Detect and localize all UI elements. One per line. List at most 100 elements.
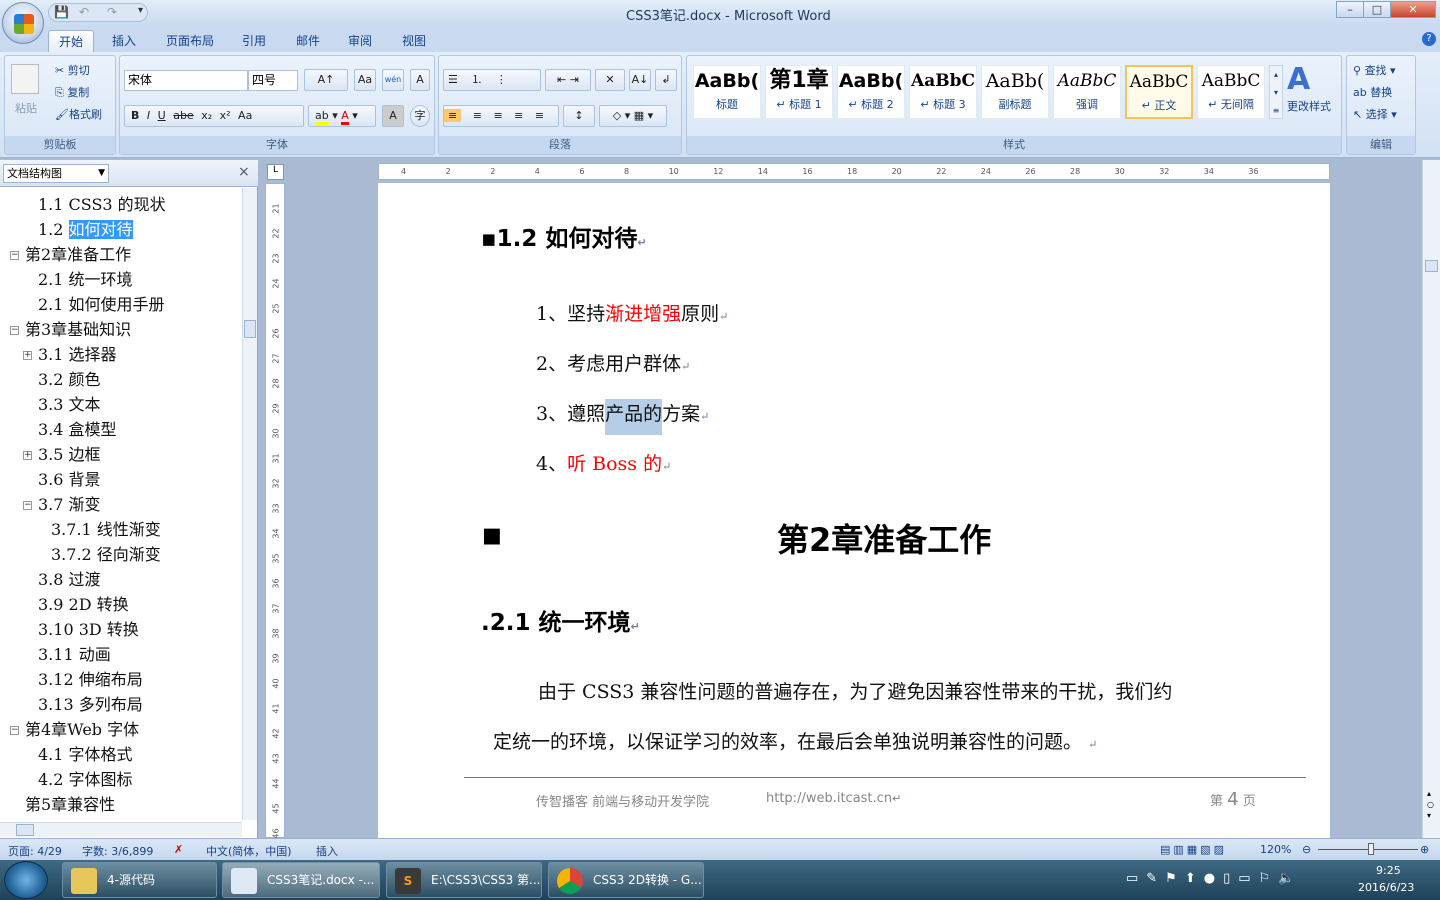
line-spacing-button[interactable]: ↕ bbox=[563, 105, 595, 127]
scroll-thumb[interactable] bbox=[1425, 260, 1438, 272]
align-left-button[interactable]: ≡ bbox=[444, 109, 462, 122]
nav-item[interactable]: 第3章基础知识 bbox=[25, 318, 131, 342]
nav-item[interactable]: 3.11 动画 bbox=[38, 643, 111, 667]
nav-item[interactable]: 3.13 多列布局 bbox=[38, 693, 143, 717]
collapse-icon[interactable]: − bbox=[23, 501, 32, 510]
bullets-button[interactable]: ☰ bbox=[448, 73, 458, 86]
zoom-in-button[interactable]: ⊕ bbox=[1420, 843, 1429, 856]
tab-selector[interactable]: L bbox=[267, 164, 284, 180]
office-button[interactable] bbox=[2, 2, 44, 44]
chinese-layout-button[interactable]: ✕ bbox=[595, 69, 625, 91]
taskbar-chrome[interactable]: CSS3 2D转换 - G... bbox=[548, 862, 704, 898]
nav-item[interactable]: 2.1 统一环境 bbox=[38, 268, 133, 292]
tab-home[interactable]: 开始 bbox=[48, 30, 95, 53]
nav-item[interactable]: 3.7.1 线性渐变 bbox=[51, 518, 161, 542]
collapse-icon[interactable]: − bbox=[10, 326, 19, 335]
help-icon[interactable]: ? bbox=[1422, 32, 1436, 46]
expand-icon[interactable]: + bbox=[23, 351, 32, 360]
nav-item[interactable]: 3.4 盒模型 bbox=[38, 418, 117, 442]
borders-button[interactable]: ▦ bbox=[634, 109, 644, 122]
center-button[interactable]: ≡ bbox=[473, 109, 482, 122]
undo-icon[interactable]: ↶ bbox=[79, 5, 89, 19]
nav-item[interactable]: 第2章准备工作 bbox=[25, 243, 131, 267]
nav-vertical-scrollbar[interactable] bbox=[242, 188, 257, 820]
distribute-button[interactable]: ≡ bbox=[535, 109, 544, 122]
nav-item[interactable]: 第4章Web 字体 bbox=[25, 718, 139, 742]
start-button[interactable] bbox=[4, 861, 48, 899]
collapse-icon[interactable]: − bbox=[10, 726, 19, 735]
tab-page-layout[interactable]: 页面布局 bbox=[156, 30, 224, 51]
nav-item[interactable]: 3.9 2D 转换 bbox=[38, 593, 129, 617]
tab-insert[interactable]: 插入 bbox=[102, 30, 146, 51]
document-page[interactable]: ▪1.2 如何对待↵ 1、坚持渐进增强原则↵ 2、考虑用户群体↵ 3、遵照产品的方案… bbox=[378, 183, 1330, 838]
taskbar-sublime[interactable]: S E:\CSS3\CSS3 第... bbox=[386, 862, 542, 898]
nav-item[interactable]: 3.7 渐变 bbox=[38, 493, 101, 517]
styles-scroll[interactable]: ▴ ▾ ≡ bbox=[1269, 65, 1283, 119]
italic-button[interactable]: I bbox=[147, 109, 150, 122]
qat-customize-icon[interactable]: ▾ bbox=[138, 5, 143, 16]
character-shading-button[interactable]: A bbox=[382, 105, 404, 127]
nav-item[interactable]: 1.2 如何对待 bbox=[38, 218, 133, 242]
format-painter-button[interactable]: 🖌格式刷 bbox=[55, 106, 102, 122]
scroll-thumb[interactable] bbox=[16, 824, 34, 836]
nav-item[interactable]: 3.12 伸缩布局 bbox=[38, 668, 143, 692]
select-button[interactable]: ↖ 选择 ▾ bbox=[1353, 106, 1397, 122]
nav-item[interactable]: 1.1 CSS3 的现状 bbox=[38, 193, 166, 217]
tab-view[interactable]: 视图 bbox=[392, 30, 436, 51]
maximize-button[interactable]: □ bbox=[1363, 1, 1391, 18]
redo-icon[interactable]: ↷ bbox=[107, 5, 117, 19]
cut-button[interactable]: ✂ 剪切 bbox=[55, 62, 90, 78]
close-button[interactable]: ✕ bbox=[1390, 1, 1436, 18]
shading-button[interactable]: ◇ bbox=[613, 109, 621, 122]
nav-item[interactable]: 4.2 字体图标 bbox=[38, 768, 133, 792]
style-normal[interactable]: AaBbC ↵ 正文 bbox=[1125, 65, 1193, 119]
replace-button[interactable]: ab 替换 bbox=[1353, 84, 1392, 100]
nav-item[interactable]: 3.1 选择器 bbox=[38, 343, 117, 367]
change-styles-button[interactable]: 更改样式 bbox=[1287, 98, 1331, 114]
vertical-scrollbar[interactable]: ▴ ○ ▾ bbox=[1422, 160, 1440, 838]
word-count[interactable]: 字数: 3/6,899 bbox=[82, 843, 153, 859]
character-border-button[interactable]: A bbox=[410, 69, 430, 91]
tab-review[interactable]: 审阅 bbox=[338, 30, 382, 51]
save-icon[interactable]: 💾 bbox=[54, 5, 69, 19]
nav-item[interactable]: 3.6 背景 bbox=[38, 468, 101, 492]
style-subtitle[interactable]: AaBb(副标题 bbox=[981, 65, 1049, 119]
zoom-slider-thumb[interactable] bbox=[1367, 843, 1374, 855]
style-title[interactable]: AaBb(标题 bbox=[693, 65, 761, 119]
nav-item[interactable]: 3.10 3D 转换 bbox=[38, 618, 139, 642]
sort-button[interactable]: A↓ bbox=[629, 69, 651, 91]
paste-icon[interactable] bbox=[11, 64, 39, 94]
nav-item[interactable]: 4.1 字体格式 bbox=[38, 743, 133, 767]
nav-close-button[interactable]: × bbox=[238, 164, 250, 180]
nav-item[interactable]: 3.5 边框 bbox=[38, 443, 101, 467]
minimize-button[interactable]: – bbox=[1336, 1, 1364, 18]
style-emphasis[interactable]: AaBbC 强调 bbox=[1053, 65, 1121, 119]
strikethrough-button[interactable]: abe bbox=[173, 109, 194, 122]
copy-button[interactable]: ⎘ 复制 bbox=[55, 84, 89, 100]
style-no-spacing[interactable]: AaBbC ↵ 无间隔 bbox=[1197, 65, 1265, 119]
font-color-button[interactable]: A bbox=[341, 109, 349, 125]
nav-mode-select[interactable]: 文档结构图 ▼ bbox=[3, 164, 109, 183]
language-indicator[interactable]: 中文(简体，中国) bbox=[206, 843, 292, 859]
zoom-out-button[interactable]: ⊖ bbox=[1302, 843, 1311, 856]
taskbar-explorer[interactable]: 4-源代码 bbox=[62, 862, 217, 898]
nav-item[interactable]: 3.7.2 径向渐变 bbox=[51, 543, 161, 567]
clock-date[interactable]: 2016/6/23 bbox=[1358, 881, 1414, 894]
expand-icon[interactable]: + bbox=[23, 451, 32, 460]
find-button[interactable]: ⚲ 查找 ▾ bbox=[1353, 62, 1396, 78]
nav-item[interactable]: 3.8 过渡 bbox=[38, 568, 101, 592]
insert-mode[interactable]: 插入 bbox=[316, 843, 338, 859]
superscript-button[interactable]: x² bbox=[220, 109, 231, 122]
nav-item[interactable]: 第5章兼容性 bbox=[25, 793, 115, 817]
style-heading-3[interactable]: AaBbC ↵ 标题 3 bbox=[909, 65, 977, 119]
font-name-select[interactable]: 宋体 bbox=[124, 70, 248, 91]
proofing-icon[interactable]: ✗ bbox=[174, 843, 183, 856]
enclose-characters-button[interactable]: 字 bbox=[410, 105, 430, 127]
numbering-button[interactable]: ⒈ bbox=[471, 73, 482, 86]
zoom-level[interactable]: 120% bbox=[1260, 843, 1291, 856]
bold-button[interactable]: B bbox=[131, 109, 139, 122]
clock-time[interactable]: 9:25 bbox=[1376, 864, 1401, 877]
change-case-button[interactable]: Aa bbox=[238, 109, 252, 122]
taskbar-word[interactable]: CSS3笔记.docx -... bbox=[222, 862, 380, 898]
grow-font-button[interactable]: A↑ bbox=[304, 69, 348, 91]
